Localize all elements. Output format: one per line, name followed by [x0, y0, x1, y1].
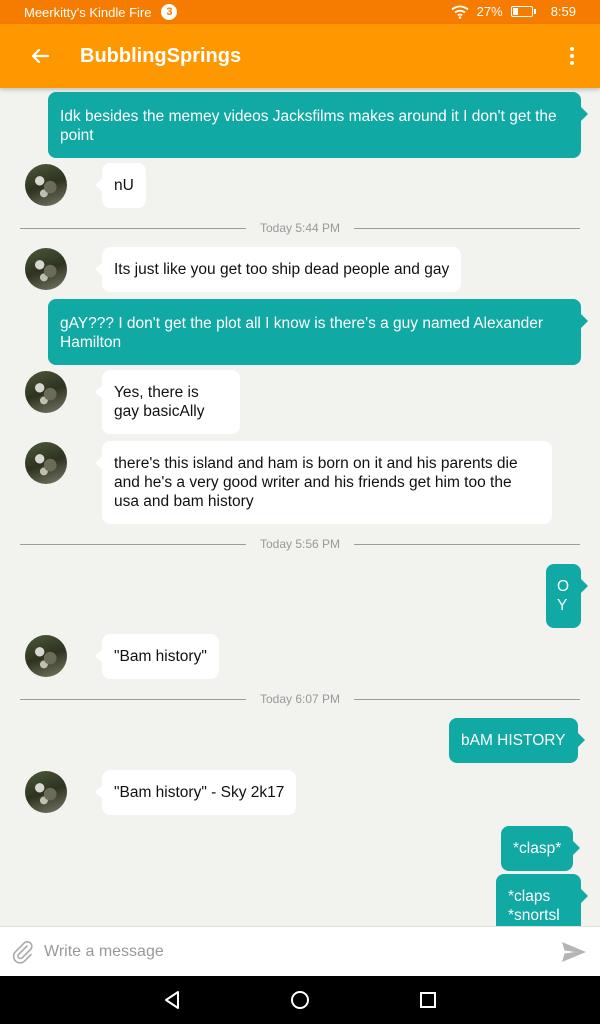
- message-text: Yes, there is gay basicAlly: [114, 384, 205, 420]
- message-composer: [0, 926, 600, 976]
- outgoing-message[interactable]: *clasp*: [501, 826, 581, 871]
- status-bar: Meerkitty's Kindle Fire 3 27% 8:59: [0, 0, 600, 24]
- device-name: Meerkitty's Kindle Fire: [24, 4, 152, 20]
- app-bar: BubblingSprings: [0, 24, 600, 88]
- message-text: "Bam history": [114, 648, 207, 665]
- notification-count-badge: 3: [161, 4, 178, 20]
- avatar[interactable]: [25, 164, 67, 206]
- more-vert-icon[interactable]: [564, 44, 580, 68]
- incoming-message[interactable]: "Bam history" - Sky 2k17: [94, 770, 297, 815]
- message-text: there's this island and ham is born on i…: [114, 455, 518, 510]
- outgoing-message[interactable]: Idk besides the memey videos Jacksfilms …: [48, 92, 588, 158]
- message-text: Its just like you get too ship dead peop…: [114, 261, 450, 278]
- time-separator: Today 6:07 PM: [20, 692, 580, 706]
- battery-fill: [512, 8, 518, 15]
- back-arrow-icon[interactable]: [26, 42, 54, 70]
- message-text: bAM HISTORY: [461, 732, 566, 749]
- incoming-message[interactable]: Its just like you get too ship dead peop…: [94, 247, 462, 292]
- incoming-message[interactable]: there's this island and ham is born on i…: [95, 441, 552, 524]
- nav-home-icon[interactable]: [288, 988, 312, 1012]
- battery-icon: [510, 6, 536, 17]
- avatar[interactable]: [25, 771, 67, 813]
- message-text: "Bam history" - Sky 2k17: [114, 784, 285, 801]
- avatar[interactable]: [25, 635, 67, 677]
- message-text: *clasp*: [513, 840, 562, 857]
- conversation-title: BubblingSprings: [80, 45, 242, 67]
- time-separator: Today 5:56 PM: [20, 537, 580, 551]
- avatar[interactable]: [25, 248, 67, 290]
- incoming-message[interactable]: Yes, there is gay basicAlly: [95, 370, 240, 434]
- message-input[interactable]: [44, 937, 544, 967]
- outgoing-message[interactable]: gAY??? I don't get the plot all I know i…: [48, 299, 588, 365]
- outgoing-message[interactable]: *claps *snortsl: [496, 874, 588, 926]
- incoming-message[interactable]: "Bam history": [95, 634, 219, 679]
- system-navigation-bar: [0, 976, 600, 1024]
- outgoing-message[interactable]: O Y: [546, 564, 588, 628]
- send-icon[interactable]: [560, 938, 588, 966]
- outgoing-message[interactable]: bAM HISTORY: [449, 718, 585, 763]
- wifi-icon: [451, 5, 469, 19]
- message-text: nU: [114, 177, 134, 194]
- avatar[interactable]: [25, 371, 67, 413]
- time-separator: Today 5:44 PM: [20, 221, 580, 235]
- paperclip-icon[interactable]: [10, 939, 36, 965]
- message-text: O Y: [557, 578, 570, 614]
- message-list[interactable]: Idk besides the memey videos Jacksfilms …: [0, 88, 600, 926]
- message-text: gAY??? I don't get the plot all I know i…: [60, 315, 543, 351]
- incoming-message[interactable]: nU: [95, 163, 146, 208]
- avatar[interactable]: [25, 442, 67, 484]
- clock: 8:59: [550, 4, 576, 19]
- battery-percent: 27%: [476, 4, 503, 19]
- message-text: Idk besides the memey videos Jacksfilms …: [60, 108, 557, 144]
- nav-back-icon[interactable]: [160, 988, 184, 1012]
- message-text: *claps *snortsl: [508, 888, 560, 924]
- nav-recents-icon[interactable]: [416, 988, 440, 1012]
